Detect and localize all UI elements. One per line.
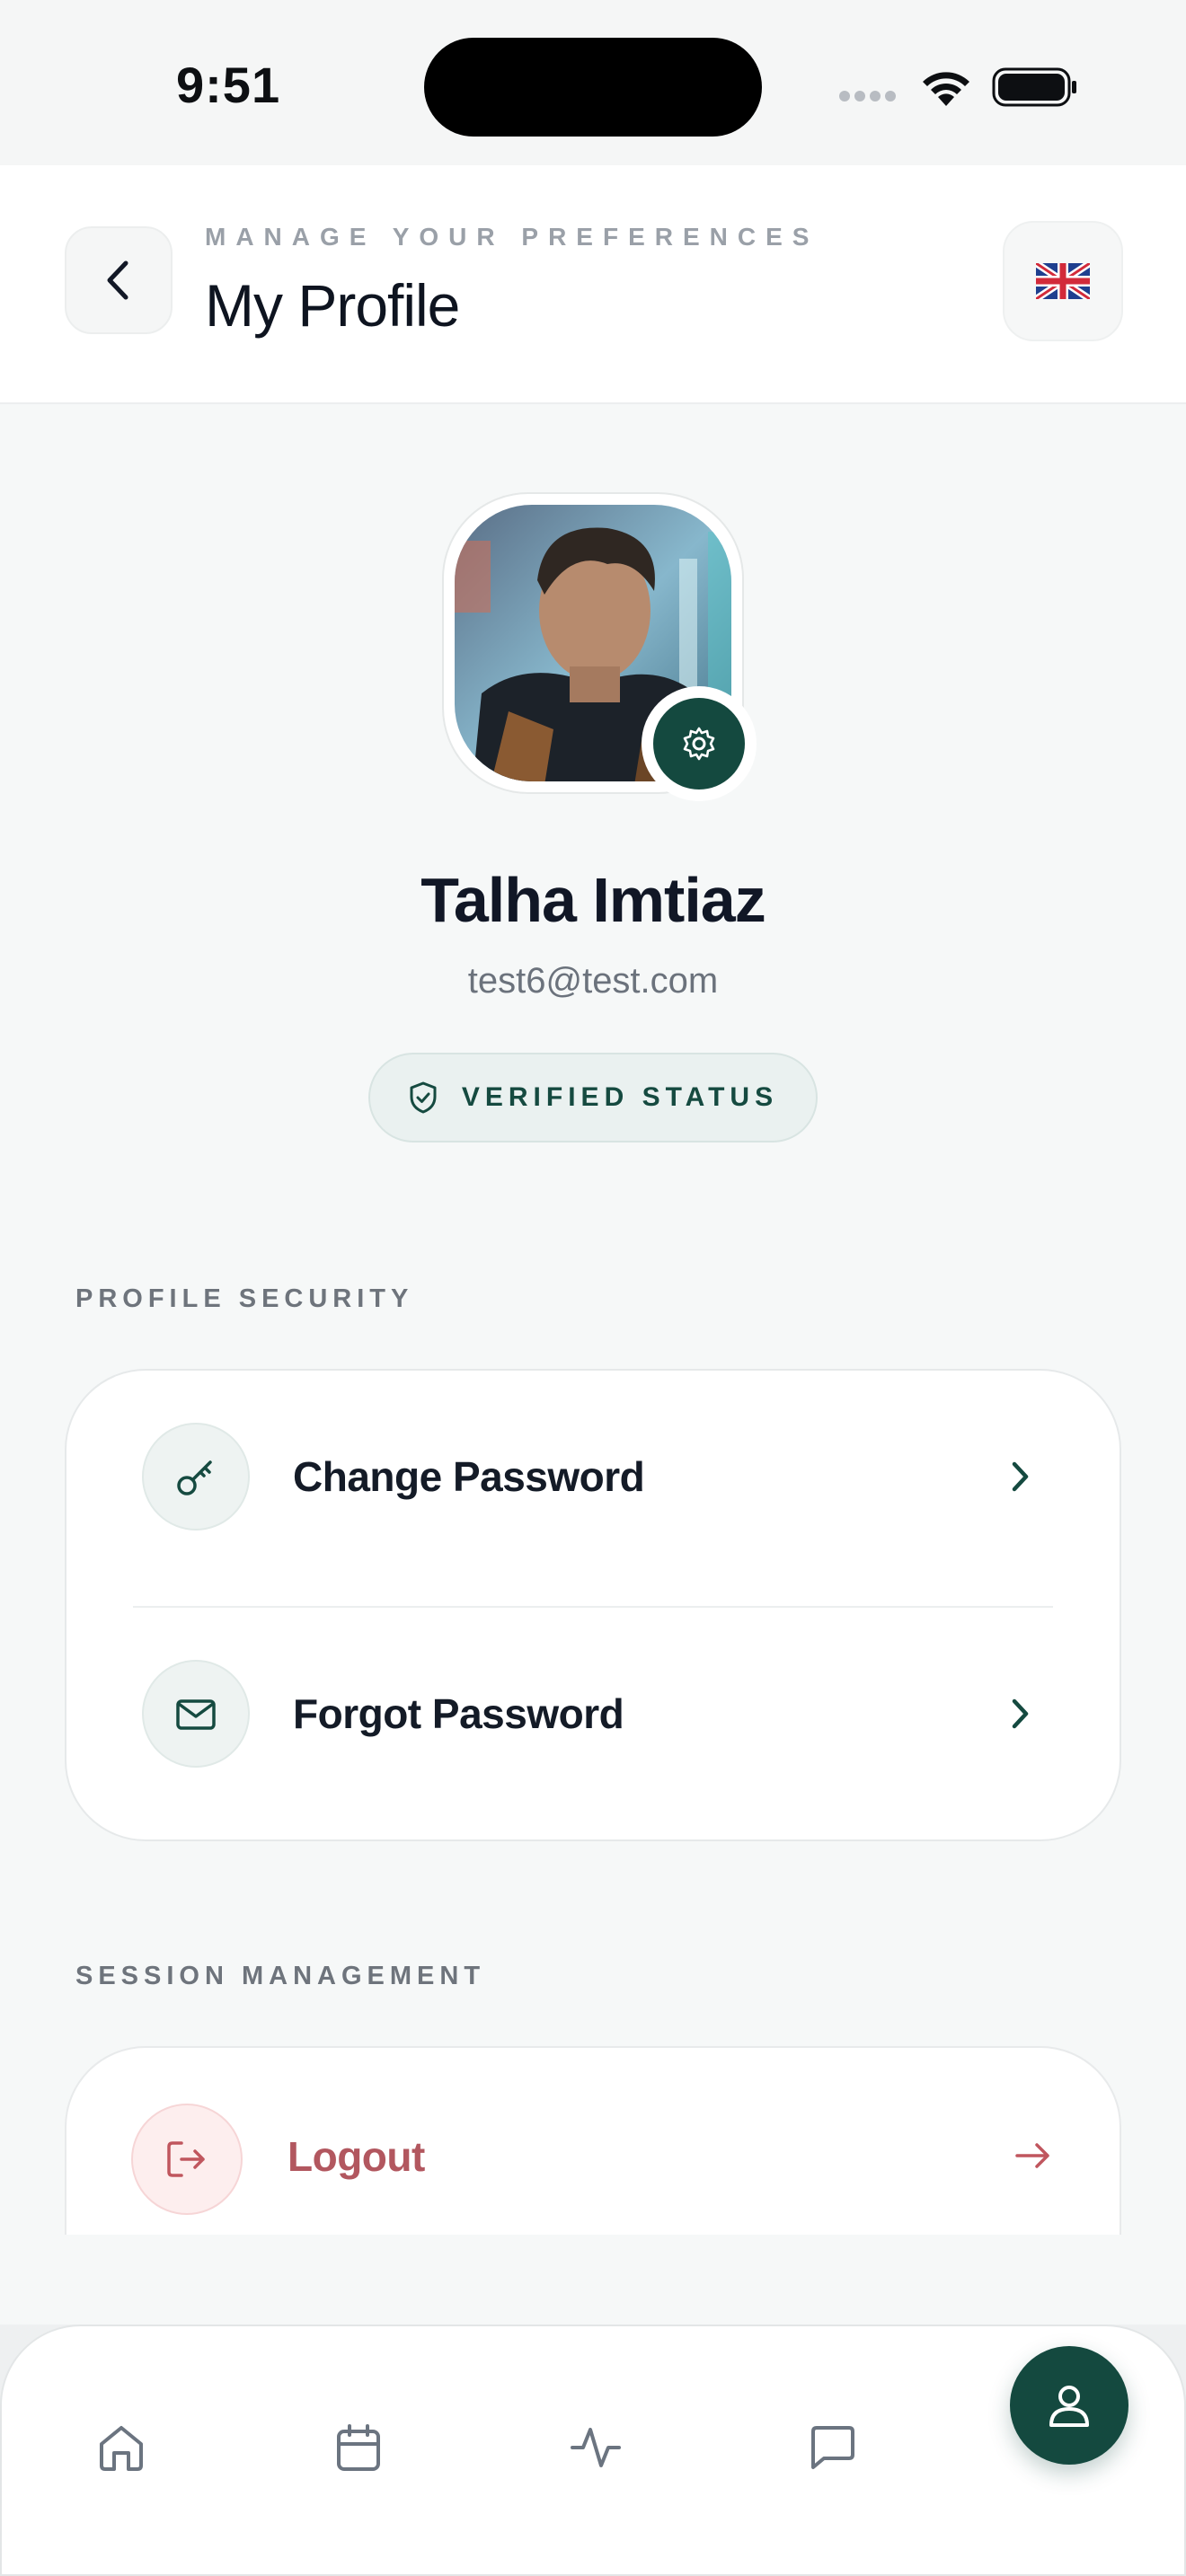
key-icon-wrap (142, 1423, 250, 1531)
nav-home[interactable] (81, 2407, 162, 2488)
status-time: 9:51 (176, 57, 281, 113)
home-icon (100, 2426, 143, 2471)
language-button[interactable] (1003, 221, 1123, 341)
profile-icon (1049, 2386, 1089, 2427)
gear-icon (683, 727, 715, 761)
section-title-profile-security: PROFILE SECURITY (75, 1284, 414, 1313)
logout-icon (167, 2141, 205, 2177)
key-icon (177, 1460, 212, 1495)
arrow-right-icon (1015, 2143, 1049, 2168)
shield-check-icon (410, 1081, 437, 1114)
chevron-right-icon (1012, 1698, 1029, 1729)
profile-name: Talha Imtiaz (420, 865, 766, 935)
uk-flag-icon (1036, 263, 1090, 299)
change-password-label: Change Password (293, 1453, 645, 1500)
nav-activity[interactable] (555, 2407, 636, 2488)
chat-icon (811, 2426, 854, 2469)
page-title: My Profile (205, 272, 460, 339)
dynamic-island (424, 38, 762, 137)
logout-row[interactable]: Logout (65, 2046, 1121, 2235)
section-title-session-management: SESSION MANAGEMENT (75, 1962, 486, 1990)
back-button[interactable] (65, 226, 173, 334)
bottom-navigation (0, 2325, 1186, 2576)
change-password-row[interactable]: Change Password (66, 1371, 1120, 1583)
chevron-right-icon (1012, 1461, 1029, 1492)
status-bar: 9:51 (0, 0, 1186, 165)
mail-icon-wrap (142, 1660, 250, 1768)
nav-profile[interactable] (1010, 2346, 1128, 2465)
forgot-password-row[interactable]: Forgot Password (66, 1608, 1120, 1820)
app-header: MANAGE YOUR PREFERENCES My Profile (0, 165, 1186, 404)
mail-icon (176, 1699, 216, 1730)
verified-status-badge: VERIFIED STATUS (368, 1053, 818, 1142)
activity-icon (571, 2428, 621, 2467)
battery-icon (992, 67, 1076, 107)
edit-avatar-button[interactable] (642, 686, 757, 801)
logout-label: Logout (288, 2133, 425, 2180)
header-subtitle: MANAGE YOUR PREFERENCES (205, 223, 819, 251)
wifi-icon (923, 72, 969, 106)
chevron-left-icon (107, 260, 128, 300)
forgot-password-label: Forgot Password (293, 1690, 624, 1737)
nav-chat[interactable] (792, 2407, 873, 2488)
profile-email: test6@test.com (467, 961, 719, 1001)
logout-icon-wrap (131, 2104, 243, 2215)
verified-status-label: VERIFIED STATUS (461, 1082, 779, 1112)
calendar-icon (337, 2424, 380, 2471)
cellular-signal-icon (839, 90, 900, 106)
nav-calendar[interactable] (318, 2407, 399, 2488)
security-card: Change Password Forgot Password (65, 1369, 1121, 1841)
